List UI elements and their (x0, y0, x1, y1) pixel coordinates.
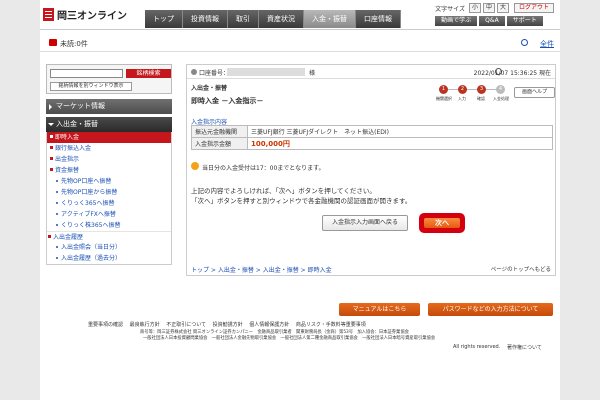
text-size-large[interactable]: 大 (496, 3, 509, 13)
stock-search-input[interactable] (50, 69, 123, 78)
logo[interactable]: 岡三オンライン (43, 7, 127, 22)
sidebar-list: 即時入金 銀行振込入金 出金指示 資金振替 先物OP口座へ振替 先物OP口座から… (46, 132, 172, 265)
row-label: 振込元金融機関 (191, 125, 248, 138)
page-title: 即時入金 －入金指示－ (191, 97, 264, 105)
footer-link[interactable]: 最良執行方針 (130, 322, 160, 328)
logo-icon (43, 8, 54, 21)
breadcrumb-deposit-2[interactable]: 入出金・振替 (263, 267, 299, 274)
account-number-masked (227, 68, 305, 76)
nav-deposit[interactable]: 入金・振替 (304, 10, 356, 28)
text-size-medium[interactable]: 中 (482, 3, 495, 13)
screen-help-button[interactable]: 画面ヘルプ (514, 87, 555, 98)
datetime: 2022/01/07 15:36:25 現在 (473, 70, 551, 77)
refresh-icon (521, 39, 528, 46)
support-button[interactable]: サポート (506, 16, 543, 26)
account-bar: 口座番号： 様 2022/01/07 15:36:25 現在 (187, 65, 555, 79)
sidebar-item-click365[interactable]: くりっく365へ振替 (47, 198, 171, 209)
title-box: 入出金・振替 即時入金 －入金指示－ (187, 79, 435, 111)
nav-top[interactable]: トップ (145, 10, 183, 28)
sidebar-item-active-fx[interactable]: アクティブFXへ振替 (47, 209, 171, 220)
page-top-link[interactable]: ページのトップへもどる (491, 265, 551, 273)
main-nav: トップ 投資情報 取引 資産状況 入金・振替 口座情報 (145, 10, 401, 28)
step-label-2: 入力 (458, 96, 466, 101)
sidebar-item-click-kabu365[interactable]: くりっく株365へ振替 (47, 220, 171, 231)
sidebar-item-instant-deposit[interactable]: 即時入金 (47, 132, 171, 143)
amount-value: 100,000円 (247, 137, 553, 150)
header: 岡三オンライン トップ 投資情報 取引 資産状況 入金・振替 口座情報 文字サイ… (40, 0, 560, 30)
unread-count: 未読:0件 (60, 40, 88, 48)
footer-link[interactable]: 商品リスク・手数料等重要事項 (296, 322, 366, 328)
row-label: 入金指示金額 (191, 137, 248, 150)
logout-button[interactable]: ログアウト (513, 3, 554, 13)
sidebar-item-to-futures[interactable]: 先物OP口座へ振替 (47, 176, 171, 187)
nav-invest-info[interactable]: 投資情報 (183, 10, 228, 28)
manual-button[interactable]: マニュアルはこちら (339, 303, 420, 316)
utility-area: 文字サイズ 小 中 大 ログアウト 動画で学ぶ Q&A サポート (435, 3, 554, 29)
step-line (443, 89, 503, 90)
sidebar-item-history-today[interactable]: 入出金照会（当日分） (47, 242, 171, 253)
next-button-highlight[interactable]: 次へ (419, 213, 465, 233)
sidebar-item-withdrawal[interactable]: 出金指示 (47, 154, 171, 165)
legal-text-2: 一般社団法人日本投資顧問業協会 一般社団法人金融先物取引業協会 一般社団法人第二… (143, 336, 436, 341)
text-size-label: 文字サイズ (435, 5, 465, 13)
step-4: 4 (496, 85, 505, 94)
deadline-note: 当日分の入金受付は17：00までとなります。 (202, 165, 325, 172)
qa-button[interactable]: Q&A (479, 16, 505, 26)
next-button[interactable]: 次へ (424, 218, 460, 228)
step-indicator: 1 2 3 4 機関選択 入力 確認 入金処理 (436, 79, 509, 109)
instruction-text-2: 「次へ」ボタンを押すと別ウィンドウで各金融機関の認証画面が開きます。 (191, 197, 412, 205)
back-button[interactable]: 入金指示入力画面へ戻る (322, 215, 408, 231)
copyright-policy-link[interactable]: 著作権について (507, 344, 542, 351)
deposit-section-header[interactable]: 入出金・振替 (46, 117, 172, 132)
stock-search-button[interactable]: 銘柄検索 (126, 69, 171, 78)
all-messages-link[interactable]: 全件 (540, 39, 554, 49)
account-suffix: 様 (309, 70, 316, 77)
step-label-1: 機関選択 (436, 96, 452, 101)
logo-text: 岡三オンライン (57, 11, 127, 22)
sidebar: 銘柄検索 銘柄情報を別ウィンドウ表示 マーケット情報 入出金・振替 即時入金 銀… (46, 64, 172, 265)
table-row: 入金指示金額 100,000円 (191, 137, 553, 150)
footer-link[interactable]: 投資勧誘方針 (213, 322, 243, 328)
stock-search-box: 銘柄検索 銘柄情報を別ウィンドウ表示 (46, 64, 172, 94)
step-2: 2 (458, 85, 467, 94)
password-help-button[interactable]: パスワードなどの入力方法について (428, 303, 553, 316)
footer-links: 重要事項の確認 最良執行方針 不正取引について 投資勧誘方針 個人情報保護方針 … (88, 321, 366, 328)
stock-info-window-button[interactable]: 銘柄情報を別ウィンドウ表示 (50, 82, 132, 91)
step-3: 3 (477, 85, 486, 94)
footer-link[interactable]: 不正取引について (166, 322, 206, 328)
sidebar-item-from-futures[interactable]: 先物OP口座から振替 (47, 187, 171, 198)
message-icon (49, 39, 57, 46)
breadcrumb: トップ > 入出金・振替 > 入出金・振替 > 即時入金 (191, 267, 332, 274)
section-crumb: 入出金・振替 (191, 85, 228, 92)
nav-account-info[interactable]: 口座情報 (356, 10, 401, 28)
video-button[interactable]: 動画で学ぶ (435, 16, 478, 26)
text-size-small[interactable]: 小 (468, 3, 481, 13)
breadcrumb-deposit[interactable]: 入出金・振替 (218, 267, 254, 274)
instruction-text-1: 上記の内容でよろしければ、「次へ」ボタンを押してください。 (191, 187, 376, 195)
footer-link[interactable]: 重要事項の確認 (88, 322, 123, 328)
unread-bar: 未読:0件 全件 (40, 36, 560, 52)
breadcrumb-top[interactable]: トップ (191, 267, 209, 274)
table-row: 振込元金融機関 三菱UFJ銀行 三菱UFJダイレクト ネット振込(EDI) (191, 125, 553, 138)
copyright: All rights reserved. (453, 344, 501, 350)
sidebar-item-bank-transfer[interactable]: 銀行振込入金 (47, 143, 171, 154)
sidebar-item-history[interactable]: 入出金履歴 (47, 231, 171, 242)
account-label: 口座番号： (199, 70, 230, 77)
step-1: 1 (439, 85, 448, 94)
deposit-detail-table: 振込元金融機関 三菱UFJ銀行 三菱UFJダイレクト ネット振込(EDI) 入金… (191, 125, 553, 150)
step-label-3: 確認 (477, 96, 485, 101)
breadcrumb-instant[interactable]: 即時入金 (308, 267, 332, 274)
info-icon (191, 162, 199, 170)
sidebar-item-history-past[interactable]: 入出金履歴（過去分） (47, 253, 171, 264)
sidebar-item-fund-transfer[interactable]: 資金振替 (47, 165, 171, 176)
step-label-4: 入金処理 (493, 96, 509, 101)
nav-trade[interactable]: 取引 (228, 10, 259, 28)
nav-assets[interactable]: 資産状況 (259, 10, 304, 28)
row-value: 三菱UFJ銀行 三菱UFJダイレクト ネット振込(EDI) (247, 125, 553, 138)
user-icon (191, 69, 197, 75)
market-info-header[interactable]: マーケット情報 (46, 99, 172, 114)
main-panel: 口座番号： 様 2022/01/07 15:36:25 現在 入出金・振替 即時… (186, 64, 556, 276)
footer-link[interactable]: 個人情報保護方針 (249, 322, 289, 328)
